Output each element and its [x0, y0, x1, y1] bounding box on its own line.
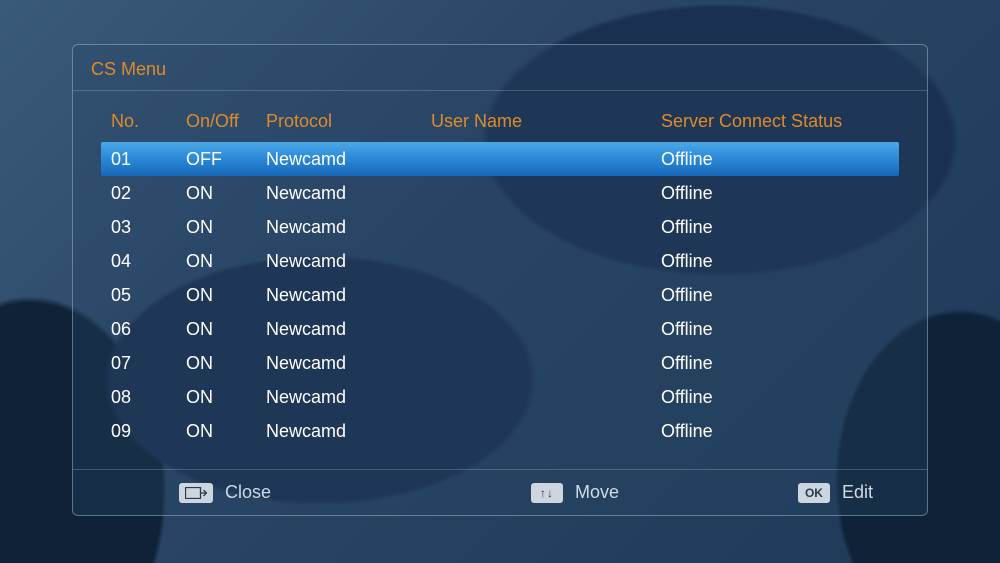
cell-onoff: ON	[186, 319, 266, 340]
hint-close: Close	[179, 482, 271, 503]
hint-close-label: Close	[225, 482, 271, 503]
cell-status: Offline	[661, 217, 899, 238]
hint-move-label: Move	[575, 482, 619, 503]
table-row[interactable]: 03ONNewcamd Offline	[101, 210, 899, 244]
hint-edit: OK Edit	[798, 482, 873, 503]
cell-status: Offline	[661, 387, 899, 408]
table-body: 01OFFNewcamdOffline02ONNewcamdOffline03O…	[101, 142, 899, 448]
cell-no: 01	[111, 149, 186, 170]
exit-key-icon	[179, 483, 213, 503]
cell-protocol: Newcamd	[266, 149, 431, 170]
table-row[interactable]: 05ONNewcamd Offline	[101, 278, 899, 312]
table-row[interactable]: 04ONNewcamd Offline	[101, 244, 899, 278]
cell-no: 09	[111, 421, 186, 442]
cell-protocol: Newcamd	[266, 353, 431, 374]
cell-protocol: Newcamd	[266, 387, 431, 408]
panel-title: CS Menu	[73, 45, 927, 84]
server-table: No. On/Off Protocol User Name Server Con…	[73, 91, 927, 448]
cell-onoff: ON	[186, 183, 266, 204]
table-row[interactable]: 08ONNewcamd Offline	[101, 380, 899, 414]
table-header-row: No. On/Off Protocol User Name Server Con…	[101, 101, 899, 142]
cell-onoff: OFF	[186, 149, 266, 170]
cell-no: 03	[111, 217, 186, 238]
cell-no: 06	[111, 319, 186, 340]
cell-status: Offline	[661, 149, 899, 170]
cell-no: 04	[111, 251, 186, 272]
cell-status: Offline	[661, 319, 899, 340]
cell-protocol: Newcamd	[266, 319, 431, 340]
ok-key-icon: OK	[798, 483, 830, 503]
cell-status: Offline	[661, 285, 899, 306]
cell-status: Offline	[661, 183, 899, 204]
cell-onoff: ON	[186, 251, 266, 272]
table-row[interactable]: 06ONNewcamd Offline	[101, 312, 899, 346]
cell-protocol: Newcamd	[266, 183, 431, 204]
cell-onoff: ON	[186, 285, 266, 306]
header-protocol: Protocol	[266, 111, 431, 132]
header-username: User Name	[431, 111, 661, 132]
header-status: Server Connect Status	[661, 111, 899, 132]
cs-menu-panel: CS Menu No. On/Off Protocol User Name Se…	[72, 44, 928, 516]
table-row[interactable]: 02ONNewcamd Offline	[101, 176, 899, 210]
header-no: No.	[111, 111, 186, 132]
cell-protocol: Newcamd	[266, 217, 431, 238]
table-row[interactable]: 07ONNewcamd Offline	[101, 346, 899, 380]
cell-no: 05	[111, 285, 186, 306]
cell-no: 08	[111, 387, 186, 408]
table-row[interactable]: 01OFFNewcamd Offline	[101, 142, 899, 176]
cell-status: Offline	[661, 251, 899, 272]
arrows-key-icon: ↑↓	[531, 483, 563, 503]
table-row[interactable]: 09ONNewcamd Offline	[101, 414, 899, 448]
cell-status: Offline	[661, 421, 899, 442]
cell-protocol: Newcamd	[266, 285, 431, 306]
cell-onoff: ON	[186, 353, 266, 374]
cell-status: Offline	[661, 353, 899, 374]
cell-protocol: Newcamd	[266, 421, 431, 442]
cell-no: 07	[111, 353, 186, 374]
cell-onoff: ON	[186, 217, 266, 238]
cell-onoff: ON	[186, 421, 266, 442]
footer-bar: Close ↑↓ Move OK Edit	[73, 469, 927, 515]
cell-no: 02	[111, 183, 186, 204]
header-onoff: On/Off	[186, 111, 266, 132]
hint-move: ↑↓ Move	[531, 482, 619, 503]
cell-protocol: Newcamd	[266, 251, 431, 272]
hint-edit-label: Edit	[842, 482, 873, 503]
cell-onoff: ON	[186, 387, 266, 408]
